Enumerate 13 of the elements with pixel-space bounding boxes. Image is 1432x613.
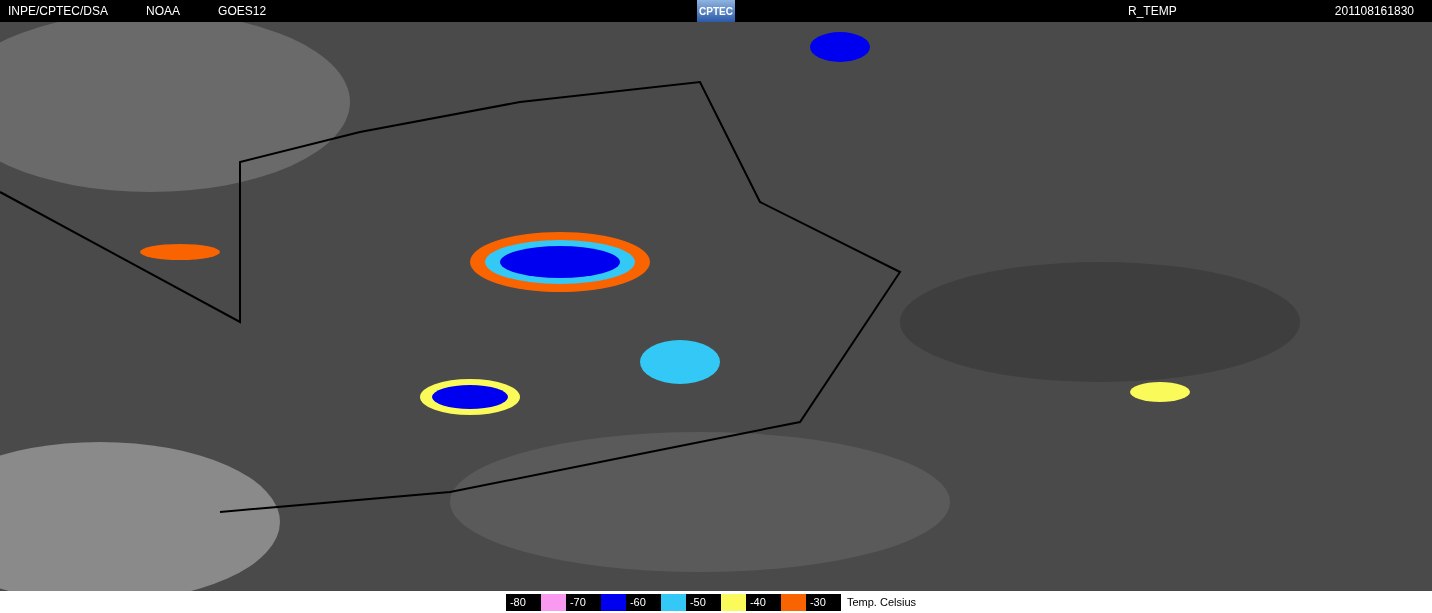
legend-label: -40: [745, 593, 781, 611]
legend-label: -80: [505, 593, 541, 611]
legend-label: -70: [565, 593, 601, 611]
header-label: GOES12: [218, 4, 267, 18]
legend-label: -50: [685, 593, 721, 611]
legend-label: -60: [625, 593, 661, 611]
header-label: INPE/CPTEC/DSA: [8, 4, 109, 18]
legend-label: -30: [805, 593, 841, 611]
legend-unit: Temp. Celsius: [846, 596, 917, 608]
product-name: R_TEMP: [1128, 4, 1177, 18]
timestamp: 201108161830: [1334, 4, 1414, 18]
logo: CPTEC: [697, 0, 735, 22]
header-label: NOAA: [146, 4, 181, 18]
